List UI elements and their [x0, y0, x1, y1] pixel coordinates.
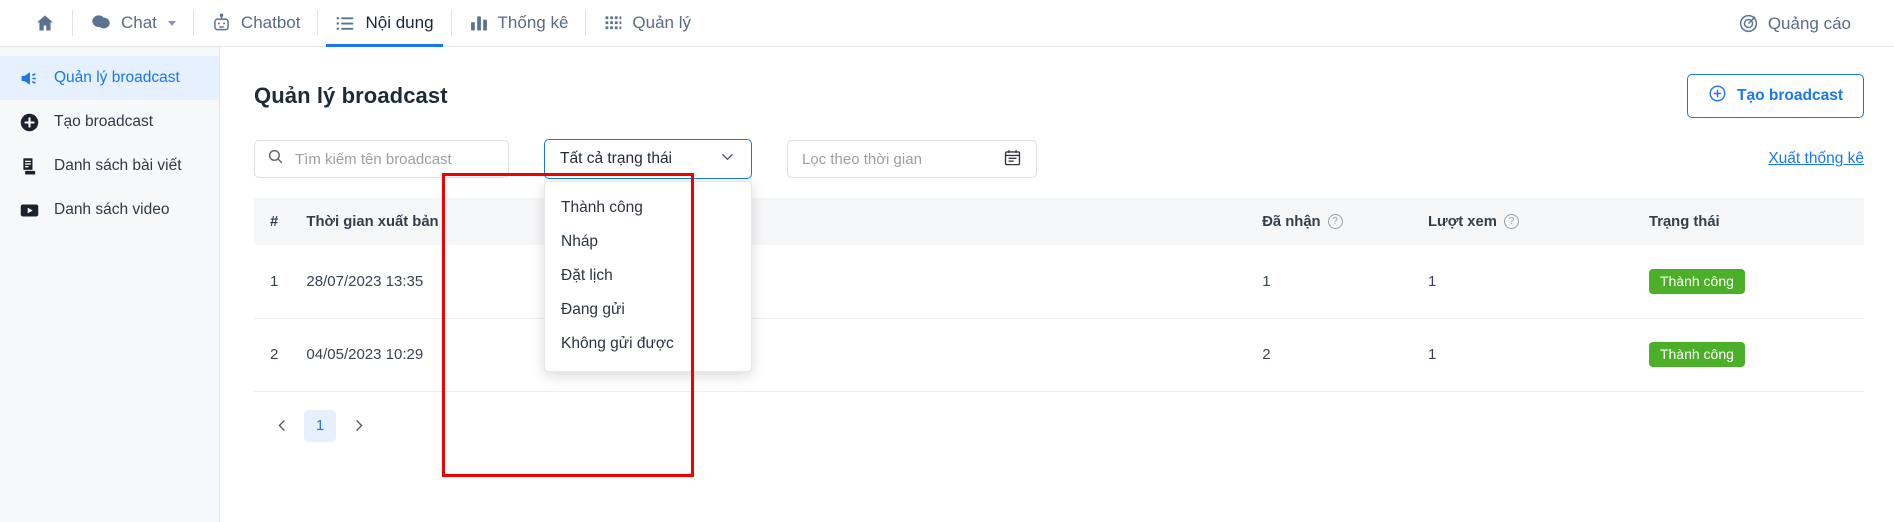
column-header-published: Thời gian xuất bản [300, 198, 538, 245]
table-header: # Thời gian xuất bản Đã nhận ? Lượt xem [254, 198, 1864, 245]
page-header: Quản lý broadcast Tạo broadcast [254, 47, 1864, 118]
broadcast-table: # Thời gian xuất bản Đã nhận ? Lượt xem [254, 198, 1864, 392]
cell-views: 1 [1421, 318, 1643, 392]
sidebar-item-label: Tạo broadcast [54, 113, 154, 130]
grid-dots-icon [603, 13, 623, 33]
column-header-index: # [254, 198, 301, 245]
column-header-views: Lượt xem ? [1421, 198, 1643, 245]
cell-index: 2 [254, 318, 301, 392]
status-option-thanh-cong[interactable]: Thành công [545, 191, 751, 225]
nav-item-quan-ly[interactable]: Quản lý [586, 0, 708, 47]
robot-icon [211, 12, 232, 34]
chevron-down-icon [719, 148, 736, 170]
sidebar-item-danh-sach-bai-viet[interactable]: Danh sách bài viết [0, 144, 219, 188]
cell-received: 1 [1256, 245, 1422, 319]
top-navigation-bar: Chat Chatbot Nội dung Thống kê Quản lý Q… [0, 0, 1894, 47]
column-header-received-label: Đã nhận [1262, 213, 1321, 230]
main-content: Quản lý broadcast Tạo broadcast Tìm kiếm… [220, 47, 1894, 522]
sidebar-item-label: Danh sách bài viết [54, 157, 182, 174]
table-body: 1 28/07/2023 13:35 1 1 Thành công 2 04/0… [254, 245, 1864, 392]
sidebar-item-label: Quản lý broadcast [54, 69, 180, 86]
cell-views: 1 [1421, 245, 1643, 319]
article-icon [18, 155, 40, 177]
nav-item-noi-dung-label: Nội dung [365, 13, 434, 32]
create-broadcast-label: Tạo broadcast [1737, 87, 1843, 104]
plus-circle-icon [18, 111, 40, 133]
home-icon [35, 13, 55, 33]
nav-item-chatbot-label: Chatbot [240, 13, 301, 32]
cell-sent [1090, 318, 1257, 392]
cell-status: Thành công [1642, 318, 1864, 392]
date-range-filter[interactable]: Lọc theo thời gian [787, 140, 1037, 178]
status-badge: Thành công [1648, 342, 1745, 367]
nav-item-home[interactable] [18, 0, 72, 47]
nav-item-chatbot[interactable]: Chatbot [194, 0, 318, 47]
status-filter-dropdown: Thành công Nháp Đặt lịch Đang gửi Không … [544, 181, 752, 372]
status-filter-select[interactable]: Tất cả trạng thái [544, 139, 752, 179]
nav-item-noi-dung[interactable]: Nội dung [318, 0, 450, 47]
target-icon [1738, 13, 1759, 34]
help-circle-icon[interactable]: ? [1503, 214, 1519, 229]
status-filter-value: Tất cả trạng thái [560, 150, 673, 167]
chat-bubbles-icon [90, 12, 112, 34]
page-title: Quản lý broadcast [254, 83, 448, 108]
bar-chart-icon [469, 13, 489, 33]
column-header-received: Đã nhận ? [1256, 198, 1422, 245]
sidebar-item-quan-ly-broadcast[interactable]: Quản lý broadcast [0, 56, 219, 100]
date-filter-placeholder: Lọc theo thời gian [802, 150, 922, 168]
column-header-status: Trạng thái [1642, 198, 1864, 245]
pagination: 1 [254, 409, 1864, 442]
nav-item-chat[interactable]: Chat [73, 0, 193, 47]
search-broadcast-box[interactable] [254, 140, 509, 178]
page-body: Quản lý broadcast Tạo broadcast Danh sác… [0, 47, 1894, 522]
help-circle-icon[interactable]: ? [1327, 214, 1343, 229]
export-stats-link[interactable]: Xuất thống kê [1768, 150, 1864, 168]
sidebar-item-label: Danh sách video [54, 201, 170, 218]
search-input[interactable] [293, 149, 496, 169]
create-broadcast-button[interactable]: Tạo broadcast [1687, 74, 1864, 118]
cell-index: 1 [254, 245, 301, 319]
cell-status: Thành công [1642, 245, 1864, 319]
table-row[interactable]: 1 28/07/2023 13:35 1 1 Thành công [254, 245, 1864, 319]
status-option-dat-lich[interactable]: Đặt lịch [545, 259, 751, 293]
table-header-row: # Thời gian xuất bản Đã nhận ? Lượt xem [254, 198, 1864, 245]
column-header-sent [1090, 198, 1257, 245]
cell-received: 2 [1256, 318, 1422, 392]
megaphone-icon [18, 67, 40, 89]
nav-item-chat-label: Chat [121, 13, 157, 32]
nav-item-thong-ke[interactable]: Thống kê [452, 0, 586, 47]
sidebar-item-danh-sach-video[interactable]: Danh sách video [0, 188, 219, 232]
pagination-prev-button[interactable] [266, 410, 298, 442]
pagination-next-button[interactable] [342, 410, 374, 442]
nav-item-thong-ke-label: Thống kê [497, 13, 569, 32]
filter-bar: Tất cả trạng thái Lọc theo thời gian [254, 139, 1864, 372]
sidebar-item-tao-broadcast[interactable]: Tạo broadcast [0, 100, 219, 144]
video-play-icon [18, 199, 40, 221]
cell-published: 04/05/2023 10:29 [300, 318, 538, 392]
sidebar: Quản lý broadcast Tạo broadcast Danh sác… [0, 47, 220, 522]
status-option-dang-gui[interactable]: Đang gửi [545, 293, 751, 327]
list-lines-icon [335, 13, 356, 34]
status-option-khong-gui-duoc[interactable]: Không gửi được [545, 327, 751, 361]
status-badge: Thành công [1648, 268, 1745, 294]
plus-circle-outline-icon [1708, 84, 1727, 108]
search-icon [267, 148, 284, 170]
nav-item-quan-ly-label: Quản lý [632, 13, 692, 32]
cell-sent [1090, 245, 1257, 319]
top-nav-items: Chat Chatbot Nội dung Thống kê Quản lý [18, 0, 708, 47]
pagination-page-1[interactable]: 1 [304, 409, 336, 442]
table-row[interactable]: 2 04/05/2023 10:29 2 1 Thành công [254, 318, 1864, 392]
nav-item-quang-cao[interactable]: Quảng cáo [1721, 0, 1868, 47]
nav-item-quang-cao-label: Quảng cáo [1767, 13, 1851, 33]
nav-right-section: Quảng cáo [1721, 0, 1868, 47]
column-header-views-label: Lượt xem [1427, 213, 1497, 230]
status-option-nhap[interactable]: Nháp [545, 225, 751, 259]
calendar-icon [1003, 148, 1022, 171]
chevron-down-icon [167, 20, 176, 26]
cell-published: 28/07/2023 13:35 [300, 245, 538, 319]
